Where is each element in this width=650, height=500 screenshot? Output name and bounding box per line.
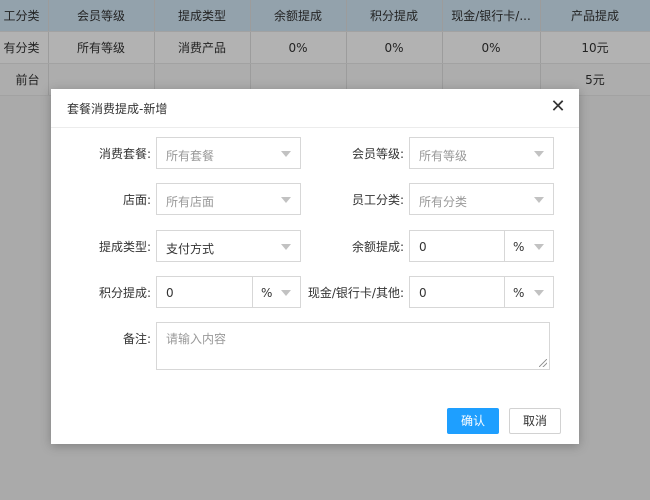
package-label: 消费套餐:: [98, 147, 151, 161]
form-row: 消费套餐: 所有套餐 会员等级: 所有等级: [51, 137, 579, 169]
chevron-down-icon: [534, 244, 544, 250]
points-commission-value: 0: [166, 286, 174, 300]
chevron-down-icon: [534, 197, 544, 203]
member-level-select-value: 所有等级: [419, 149, 468, 163]
points-commission-unit: %: [261, 286, 273, 300]
cash-commission-unit: %: [513, 286, 525, 300]
add-commission-dialog: 套餐消费提成-新增 ✕ 消费套餐: 所有套餐 会员等级: 所有等级 店面: 所有…: [51, 89, 579, 444]
member-level-select[interactable]: 所有等级: [409, 137, 554, 169]
remark-placeholder: 请输入内容: [166, 332, 227, 346]
staff-category-label: 员工分类:: [351, 193, 404, 207]
package-select[interactable]: 所有套餐: [156, 137, 301, 169]
commission-type-select[interactable]: 支付方式: [156, 230, 301, 262]
balance-commission-unit-select[interactable]: %: [504, 230, 554, 262]
form-row: 备注: 请输入内容: [51, 322, 579, 370]
dialog-header: 套餐消费提成-新增 ✕: [51, 89, 579, 128]
commission-type-select-value: 支付方式: [166, 242, 215, 256]
form-row: 店面: 所有店面 员工分类: 所有分类: [51, 183, 579, 215]
points-commission-unit-select[interactable]: %: [252, 276, 301, 308]
balance-commission-unit: %: [513, 240, 525, 254]
confirm-button[interactable]: 确认: [447, 408, 499, 434]
resize-handle-icon[interactable]: [539, 359, 547, 367]
chevron-down-icon: [534, 290, 544, 296]
cancel-button[interactable]: 取消: [509, 408, 561, 434]
chevron-down-icon: [281, 244, 291, 250]
points-commission-label: 积分提成:: [98, 286, 151, 300]
chevron-down-icon: [281, 290, 291, 296]
cash-commission-unit-select[interactable]: %: [504, 276, 554, 308]
cash-commission-value: 0: [419, 286, 427, 300]
balance-commission-value: 0: [419, 240, 427, 254]
commission-type-label: 提成类型:: [98, 240, 151, 254]
chevron-down-icon: [534, 151, 544, 157]
chevron-down-icon: [281, 197, 291, 203]
staff-category-select-value: 所有分类: [419, 195, 468, 209]
store-label: 店面:: [122, 193, 151, 207]
form-row: 提成类型: 支付方式 余额提成: 0 %: [51, 230, 579, 262]
form-row: 积分提成: 0 % 现金/银行卡/其他: 0 %: [51, 276, 579, 308]
cash-commission-input[interactable]: 0: [409, 276, 505, 308]
balance-commission-input[interactable]: 0: [409, 230, 505, 262]
chevron-down-icon: [281, 151, 291, 157]
dialog-title: 套餐消费提成-新增: [67, 102, 168, 116]
cash-commission-label: 现金/银行卡/其他:: [307, 286, 404, 300]
remark-textarea[interactable]: 请输入内容: [156, 322, 550, 370]
staff-category-select[interactable]: 所有分类: [409, 183, 554, 215]
package-select-value: 所有套餐: [166, 149, 215, 163]
member-level-label: 会员等级:: [351, 147, 404, 161]
points-commission-input[interactable]: 0: [156, 276, 253, 308]
remark-label: 备注:: [122, 332, 151, 346]
close-icon[interactable]: ✕: [549, 98, 567, 116]
store-select-value: 所有店面: [166, 195, 215, 209]
balance-commission-label: 余额提成:: [351, 240, 404, 254]
store-select[interactable]: 所有店面: [156, 183, 301, 215]
